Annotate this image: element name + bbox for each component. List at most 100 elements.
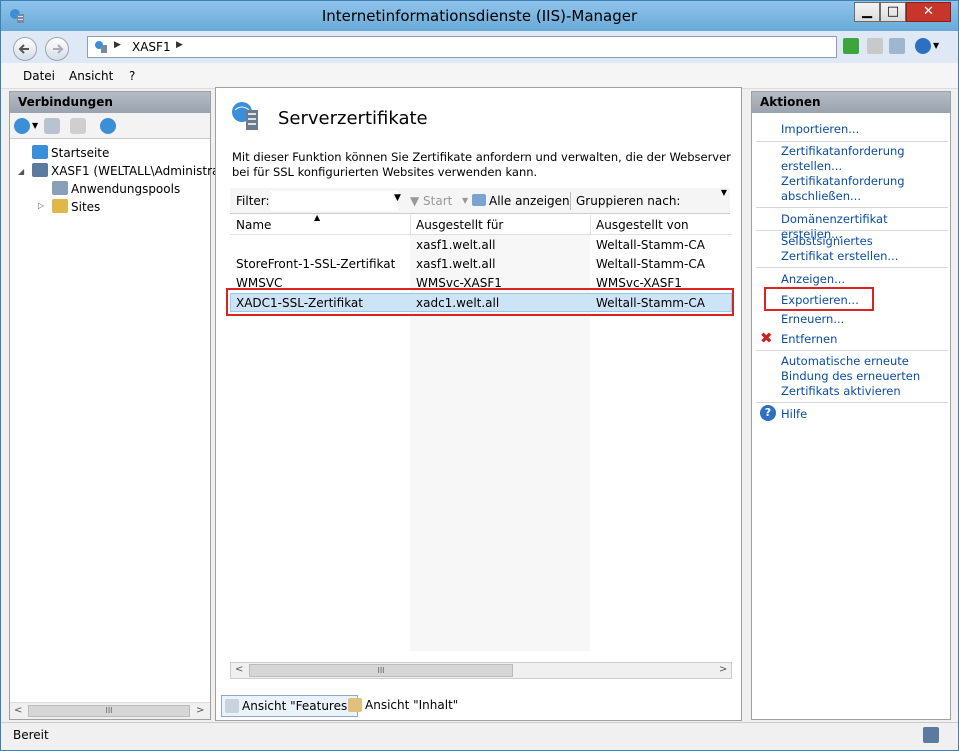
actions-divider xyxy=(756,267,948,268)
filter-label: Filter: xyxy=(236,194,270,208)
close-button[interactable]: ✕ xyxy=(906,2,951,22)
remove-icon: ✖ xyxy=(760,329,773,347)
show-all-button[interactable]: Alle anzeigen xyxy=(472,194,570,208)
cell-issued-to: xasf1.welt.all xyxy=(416,257,496,271)
feature-panel: Serverzertifikate Mit dieser Funktion kö… xyxy=(215,87,742,721)
close-icon: ✕ xyxy=(923,4,934,19)
home-icon[interactable] xyxy=(889,38,905,54)
stop-icon[interactable] xyxy=(867,38,883,54)
actions-panel: Aktionen Importieren... Zertifikatanford… xyxy=(751,91,951,720)
page-title: Serverzertifikate xyxy=(278,108,428,129)
selection-highlight-box xyxy=(226,288,734,316)
breadcrumb-server[interactable]: XASF1 xyxy=(132,40,171,54)
back-arrow-icon xyxy=(18,44,29,54)
collapse-icon[interactable]: ◢ xyxy=(18,167,24,176)
export-highlight-box xyxy=(764,287,874,311)
menu-bar: Datei Ansicht ? xyxy=(1,63,958,89)
breadcrumb-separator-icon: ▶ xyxy=(176,40,183,50)
actions-header: Aktionen xyxy=(752,92,950,113)
status-text: Bereit xyxy=(13,728,49,742)
action-create-request[interactable]: Zertifikatanforderung erstellen... xyxy=(781,144,911,174)
minimize-button[interactable]: ▁ xyxy=(854,2,880,22)
action-remove[interactable]: Entfernen xyxy=(781,332,837,347)
tree-item-server[interactable]: XASF1 (WELTALL\Administrat xyxy=(32,163,224,178)
toolbar-overflow-icon[interactable]: ▼ xyxy=(718,188,730,214)
filter-dropdown-icon[interactable]: ▼ xyxy=(394,193,401,203)
actions-divider xyxy=(756,230,948,231)
breadcrumb-separator-icon: ▶ xyxy=(114,40,121,50)
toolbar-divider xyxy=(570,192,571,210)
filter-input[interactable] xyxy=(270,191,398,211)
expand-icon[interactable]: ▷ xyxy=(38,201,44,210)
table-row[interactable]: xasf1.welt.all Weltall-Stamm-CA xyxy=(230,236,732,255)
forward-button[interactable] xyxy=(45,37,69,61)
tab-label: Ansicht "Features" xyxy=(242,699,353,713)
menu-help[interactable]: ? xyxy=(129,69,135,83)
cell-name: StoreFront-1-SSL-Zertifikat xyxy=(236,257,396,271)
minimize-icon: ▁ xyxy=(862,4,872,19)
group-by-label: Gruppieren nach: xyxy=(576,194,681,208)
actions-divider xyxy=(756,207,948,208)
status-bar: Bereit xyxy=(1,722,958,750)
maximize-icon: □ xyxy=(886,4,900,19)
connections-hscrollbar[interactable]: < III > xyxy=(10,702,210,719)
tree-item-sites[interactable]: Sites xyxy=(52,199,100,214)
cell-issued-by: Weltall-Stamm-CA xyxy=(596,238,705,252)
connections-header: Verbindungen xyxy=(10,92,210,113)
scroll-thumb[interactable]: III xyxy=(249,664,513,677)
action-create-selfsigned[interactable]: Selbstsigniertes Zertifikat erstellen... xyxy=(781,234,921,264)
filter-toolbar: Filter: ▼ ▼ Start ▼ Alle anzeigen Gruppi… xyxy=(230,188,730,214)
connect-icon[interactable] xyxy=(14,118,30,134)
tree-item-anwendungspools[interactable]: Anwendungspools xyxy=(52,181,180,196)
table-hscrollbar[interactable]: < III > xyxy=(230,662,732,679)
refresh-icon[interactable] xyxy=(843,38,859,54)
column-header-issued-to[interactable]: Ausgestellt für xyxy=(416,218,503,232)
cell-issued-to: xasf1.welt.all xyxy=(416,238,496,252)
scroll-right-icon[interactable]: > xyxy=(719,664,727,675)
server-status-icon xyxy=(923,727,939,743)
show-all-icon xyxy=(472,194,486,206)
scroll-thumb[interactable]: III xyxy=(28,705,190,717)
home-page-icon xyxy=(32,145,48,159)
server-icon xyxy=(32,163,48,177)
scroll-left-icon[interactable]: < xyxy=(235,664,243,675)
menu-datei[interactable]: Datei xyxy=(23,69,55,83)
maximize-button[interactable]: □ xyxy=(880,2,906,22)
column-header-issued-by[interactable]: Ausgestellt von xyxy=(596,218,689,232)
menu-ansicht[interactable]: Ansicht xyxy=(69,69,113,83)
tab-content-view[interactable]: Ansicht "Inhalt" xyxy=(345,695,462,717)
iis-manager-window: Internetinformationsdienste (IIS)-Manage… xyxy=(0,0,959,751)
column-header-name[interactable]: Name xyxy=(236,218,271,232)
address-field[interactable]: ▶ XASF1 ▶ xyxy=(87,36,837,58)
back-button[interactable] xyxy=(13,37,37,61)
column-divider[interactable] xyxy=(590,215,591,235)
tree-item-label: Sites xyxy=(71,200,101,214)
action-help[interactable]: Hilfe xyxy=(781,407,807,422)
help-dropdown-icon[interactable]: ▼ xyxy=(933,38,941,54)
forward-arrow-icon xyxy=(53,44,64,54)
column-divider[interactable] xyxy=(410,215,411,235)
tab-features-view[interactable]: Ansicht "Features" xyxy=(221,695,358,717)
up-folder-icon[interactable] xyxy=(70,118,86,134)
sites-folder-icon xyxy=(52,199,68,213)
funnel-icon: ▼ xyxy=(410,194,424,208)
window-title: Internetinformationsdienste (IIS)-Manage… xyxy=(321,7,638,25)
help-icon[interactable] xyxy=(915,38,931,54)
disconnect-icon[interactable] xyxy=(100,118,116,134)
action-import[interactable]: Importieren... xyxy=(781,122,859,137)
save-icon[interactable] xyxy=(44,118,60,134)
table-row[interactable]: StoreFront-1-SSL-Zertifikat xasf1.welt.a… xyxy=(230,255,732,274)
action-auto-rebind[interactable]: Automatische erneute Bindung des erneuer… xyxy=(781,354,921,399)
scroll-right-icon[interactable]: > xyxy=(196,705,204,716)
actions-divider xyxy=(756,350,948,351)
content-view-icon xyxy=(348,698,362,712)
scroll-left-icon[interactable]: < xyxy=(14,705,22,716)
tree-item-startseite[interactable]: Startseite xyxy=(32,145,109,160)
connect-dropdown-icon[interactable]: ▼ xyxy=(32,118,40,134)
start-filter-button[interactable]: ▼ Start xyxy=(410,194,452,208)
action-view[interactable]: Anzeigen... xyxy=(781,272,845,287)
action-renew[interactable]: Erneuern... xyxy=(781,312,844,327)
start-dropdown-icon[interactable]: ▼ xyxy=(462,196,468,205)
show-all-label: Alle anzeigen xyxy=(489,194,570,208)
action-complete-request[interactable]: Zertifikatanforderung abschließen... xyxy=(781,174,911,204)
